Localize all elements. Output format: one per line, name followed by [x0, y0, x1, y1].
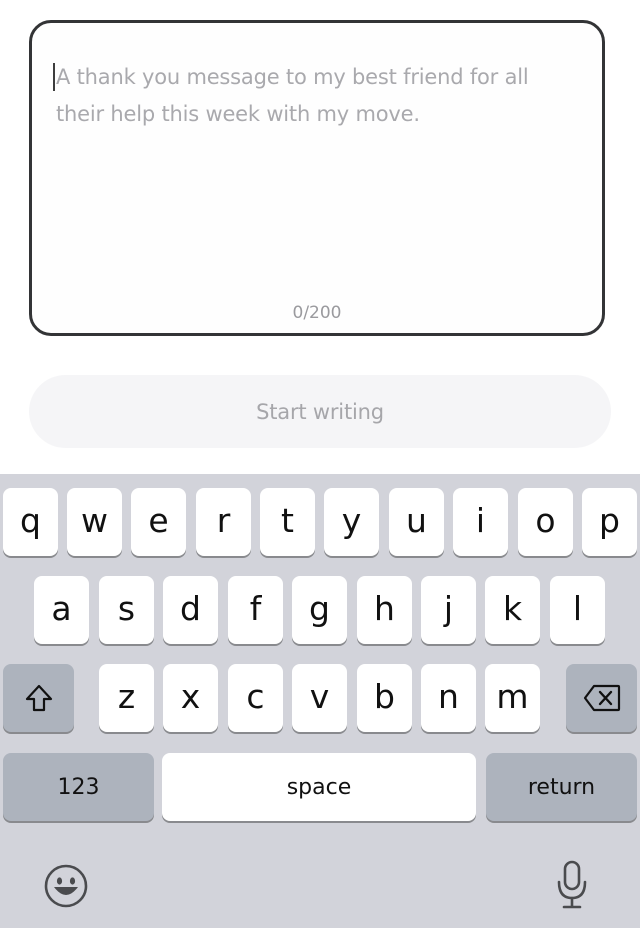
- microphone-icon[interactable]: [550, 858, 594, 912]
- key-y[interactable]: y: [324, 488, 379, 556]
- start-writing-button[interactable]: Start writing: [29, 375, 611, 448]
- key-m[interactable]: m: [485, 664, 540, 732]
- key-l[interactable]: l: [550, 576, 605, 644]
- key-p[interactable]: p: [582, 488, 637, 556]
- character-counter: 0/200: [292, 303, 342, 323]
- shift-key[interactable]: [3, 664, 74, 732]
- key-r[interactable]: r: [196, 488, 251, 556]
- compose-screen: A thank you message to my best friend fo…: [0, 0, 640, 928]
- key-d[interactable]: d: [163, 576, 218, 644]
- key-o[interactable]: o: [518, 488, 573, 556]
- key-s[interactable]: s: [99, 576, 154, 644]
- key-n[interactable]: n: [421, 664, 476, 732]
- shift-icon: [24, 683, 54, 713]
- key-a[interactable]: a: [34, 576, 89, 644]
- delete-key[interactable]: [566, 664, 637, 732]
- key-e[interactable]: e: [131, 488, 186, 556]
- text-caret: [53, 63, 55, 91]
- key-x[interactable]: x: [163, 664, 218, 732]
- key-b[interactable]: b: [357, 664, 412, 732]
- key-i[interactable]: i: [453, 488, 508, 556]
- key-q[interactable]: q: [3, 488, 58, 556]
- key-g[interactable]: g: [292, 576, 347, 644]
- backspace-icon: [583, 684, 621, 712]
- key-k[interactable]: k: [485, 576, 540, 644]
- key-z[interactable]: z: [99, 664, 154, 732]
- keyboard: q w e r t y u i o p a s d f g h j k l z …: [0, 474, 640, 928]
- message-placeholder: A thank you message to my best friend fo…: [56, 65, 529, 126]
- numbers-key[interactable]: 123: [3, 753, 154, 821]
- key-c[interactable]: c: [228, 664, 283, 732]
- message-input[interactable]: A thank you message to my best friend fo…: [29, 20, 605, 336]
- key-u[interactable]: u: [389, 488, 444, 556]
- emoji-icon[interactable]: [42, 862, 90, 910]
- return-key[interactable]: return: [486, 753, 637, 821]
- key-t[interactable]: t: [260, 488, 315, 556]
- space-key[interactable]: space: [162, 753, 476, 821]
- key-h[interactable]: h: [357, 576, 412, 644]
- key-j[interactable]: j: [421, 576, 476, 644]
- key-v[interactable]: v: [292, 664, 347, 732]
- key-w[interactable]: w: [67, 488, 122, 556]
- key-f[interactable]: f: [228, 576, 283, 644]
